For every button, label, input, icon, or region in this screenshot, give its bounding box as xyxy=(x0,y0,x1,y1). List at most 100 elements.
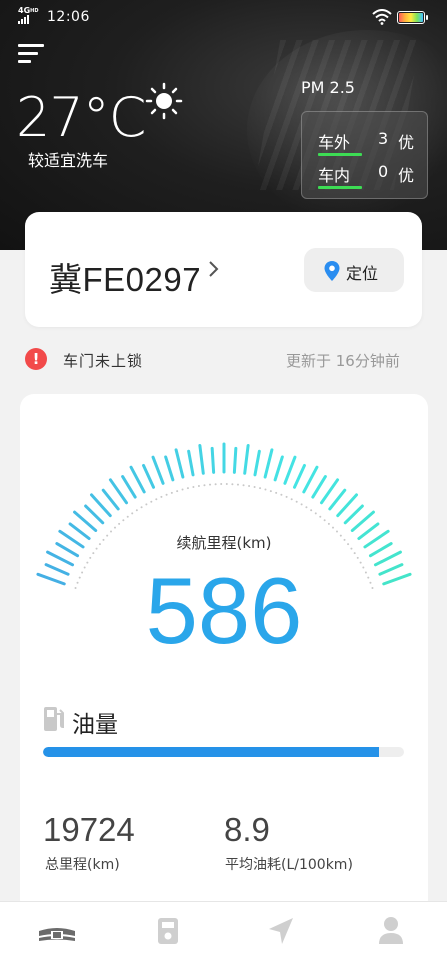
gauge-dot xyxy=(135,509,138,512)
bottom-tab-bar xyxy=(0,901,447,960)
network-indicator: 4GHD xyxy=(18,6,39,15)
pm25-inside-row: 车内 0 优 xyxy=(318,158,418,189)
gauge-dot xyxy=(285,495,288,498)
gauge-dot xyxy=(131,512,134,515)
tab-device[interactable] xyxy=(148,914,188,948)
menu-button[interactable] xyxy=(18,44,46,66)
pm25-inside-level: 优 xyxy=(398,166,415,185)
gauge-dot xyxy=(122,519,125,522)
gauge-dot xyxy=(327,522,330,525)
pm25-outside-indicator xyxy=(318,153,362,156)
gauge-tick xyxy=(187,449,195,477)
pm25-inside-label: 车内 xyxy=(318,166,351,185)
gauge-tick xyxy=(198,443,205,475)
gauge-dot xyxy=(300,503,303,506)
gauge-dot xyxy=(176,490,179,493)
gauge-dot xyxy=(145,503,148,506)
gauge-tick xyxy=(343,504,364,525)
gauge-tick xyxy=(174,448,185,479)
gauge-dot xyxy=(225,483,228,486)
status-bar: 4GHD 12:06 xyxy=(0,0,447,36)
tab-car[interactable] xyxy=(37,914,77,948)
fuel-bar xyxy=(43,747,404,757)
gauge-dot xyxy=(165,493,168,496)
avg-consumption-value: 8.9 xyxy=(224,811,270,848)
sun-icon xyxy=(145,82,183,120)
range-value: 586 xyxy=(145,558,303,663)
signal-icon xyxy=(18,15,29,24)
gauge-dot xyxy=(155,498,158,501)
locate-button[interactable]: 定位 xyxy=(304,248,404,292)
gauge-dot xyxy=(181,488,184,491)
gauge-dot xyxy=(113,526,116,529)
user-icon xyxy=(379,917,403,944)
gauge-tick xyxy=(292,463,306,489)
gauge-dot xyxy=(242,484,245,487)
total-mileage-value: 19724 xyxy=(43,811,135,848)
gauge-dot xyxy=(280,493,283,496)
gauge-dot xyxy=(275,491,278,494)
gauge-dot xyxy=(332,526,335,529)
car-front-icon xyxy=(39,928,75,941)
pm25-inside-value: 0 xyxy=(378,162,389,181)
gauge-dot xyxy=(150,500,153,503)
battery-icon xyxy=(397,11,428,24)
gauge-dot xyxy=(305,506,308,509)
gauge-dot xyxy=(197,485,200,488)
gauge-dot xyxy=(126,515,129,518)
tab-profile[interactable] xyxy=(371,914,411,948)
gauge-dot xyxy=(319,515,322,518)
pm25-outside-row: 车外 3 优 xyxy=(318,125,418,156)
avg-consumption-label: 平均油耗(L/100km) xyxy=(225,857,353,873)
gauge-dot xyxy=(170,491,173,494)
clock: 12:06 xyxy=(47,9,90,25)
gauge-dot xyxy=(310,509,313,512)
device-icon xyxy=(158,918,178,944)
tab-navigation[interactable] xyxy=(261,914,301,948)
gauge-tick xyxy=(263,448,274,479)
temperature: 27°C xyxy=(16,86,146,149)
plate-number[interactable]: 冀FE0297 xyxy=(49,253,201,301)
pm25-inside-indicator xyxy=(318,186,362,189)
gauge-dot xyxy=(295,500,298,503)
pm25-outside-level: 优 xyxy=(398,133,415,152)
fuel-pump-icon xyxy=(44,707,64,731)
gauge-dot xyxy=(314,512,317,515)
warning-icon: ! xyxy=(25,348,47,370)
pm25-panel[interactable]: 车外 3 优 车内 0 优 xyxy=(301,111,428,199)
gauge-dot xyxy=(192,485,195,488)
pm25-outside-value: 3 xyxy=(378,129,389,148)
range-label: 续航里程(km) xyxy=(176,534,272,552)
gauge-tick xyxy=(232,446,238,474)
navigation-icon xyxy=(269,918,293,944)
chevron-right-icon[interactable] xyxy=(208,259,220,279)
update-time: 更新于 16分钟前 xyxy=(286,352,400,370)
wifi-icon xyxy=(372,9,392,25)
gauge-dot xyxy=(160,495,163,498)
gauge-tick xyxy=(121,475,137,499)
gauge-dot xyxy=(231,483,234,486)
gauge-dot xyxy=(269,490,272,493)
gauge-dot xyxy=(259,487,262,490)
alert-message[interactable]: 车门未上锁 xyxy=(63,350,143,371)
fuel-bar-fill xyxy=(43,747,379,757)
gauge-dot xyxy=(203,484,206,487)
gauge-dot xyxy=(323,519,326,522)
gauge-dot xyxy=(186,487,189,490)
gauge-tick xyxy=(108,478,128,505)
gauge-tick xyxy=(84,504,105,525)
gauge-dot xyxy=(248,485,251,488)
gauge-dot xyxy=(214,483,217,486)
gauge-tick xyxy=(253,449,261,477)
location-pin-icon xyxy=(324,261,340,281)
gauge-dot xyxy=(236,483,239,486)
gauge-tick xyxy=(151,455,165,485)
gauge-tick xyxy=(328,488,347,511)
gauge-tick xyxy=(273,455,284,482)
gauge-dot xyxy=(220,483,223,486)
pm25-outside-label: 车外 xyxy=(318,133,351,152)
total-mileage-label: 总里程(km) xyxy=(45,857,120,873)
gauge-tick xyxy=(320,478,340,505)
gauge-tick xyxy=(101,488,120,511)
gauge-tick xyxy=(283,455,297,485)
